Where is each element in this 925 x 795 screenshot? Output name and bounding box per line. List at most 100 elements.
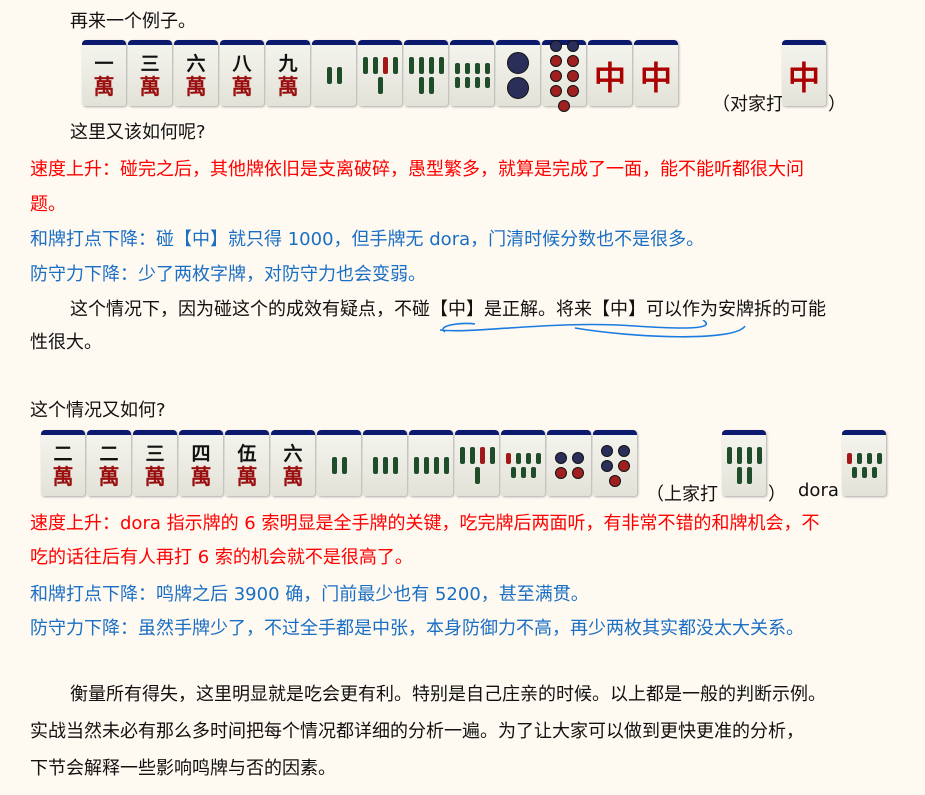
bamboo-stick bbox=[454, 63, 460, 74]
tile-8s bbox=[450, 40, 494, 106]
tile-numeral: 八 bbox=[232, 52, 252, 75]
pin-circle bbox=[617, 444, 630, 457]
pin-circle bbox=[549, 69, 562, 82]
tile-pattern bbox=[725, 447, 763, 484]
tile-wan: 萬 bbox=[236, 463, 258, 489]
bamboo-stick bbox=[382, 57, 388, 74]
bamboo-stick bbox=[876, 453, 882, 464]
tile-wan: 萬 bbox=[190, 463, 212, 489]
document-page: 再来一个例子。 一萬三萬六萬八萬九萬中中 （对家打 中 ） 这里又该如何呢? 速… bbox=[0, 0, 925, 795]
bamboo-stick bbox=[464, 63, 470, 74]
bamboo-stick bbox=[746, 447, 752, 464]
tile-3s bbox=[363, 430, 407, 496]
chun-glyph: 中 bbox=[639, 58, 672, 97]
bamboo-stick bbox=[489, 447, 495, 464]
tile-4m: 四萬 bbox=[179, 430, 223, 496]
bamboo-stick bbox=[418, 77, 424, 94]
tile-numeral: 九 bbox=[278, 52, 298, 75]
tile-pattern bbox=[366, 457, 404, 474]
tile-numeral: 二 bbox=[53, 442, 73, 465]
pin-circle bbox=[571, 452, 584, 464]
tile-numeral: 四 bbox=[191, 442, 211, 465]
bamboo-stick bbox=[464, 77, 470, 88]
tile-2p bbox=[496, 40, 540, 106]
bamboo-stick bbox=[871, 467, 877, 478]
hand-tiles-2: 二萬二萬三萬四萬伍萬六萬 bbox=[41, 430, 637, 496]
tile-pattern bbox=[458, 447, 496, 484]
called-prefix-2: （上家打 bbox=[646, 484, 718, 505]
tile-numeral: 六 bbox=[283, 442, 303, 465]
bamboo-stick bbox=[331, 457, 337, 474]
tile-9m: 九萬 bbox=[266, 40, 310, 106]
bamboo-stick bbox=[746, 467, 752, 484]
pin-circle bbox=[566, 39, 579, 52]
tile-wan: 萬 bbox=[93, 73, 115, 99]
tile-3m: 三萬 bbox=[128, 40, 172, 106]
tile-wan: 萬 bbox=[52, 463, 74, 489]
bamboo-stick bbox=[392, 57, 398, 74]
bamboo-stick bbox=[428, 57, 434, 74]
intro-text: 再来一个例子。 bbox=[70, 11, 196, 32]
bamboo-stick bbox=[474, 63, 480, 74]
tile-chun: 中 bbox=[634, 40, 678, 106]
chun-glyph: 中 bbox=[787, 58, 820, 97]
bamboo-stick bbox=[443, 457, 449, 474]
called-suffix-2: ） bbox=[768, 484, 786, 505]
summary-line-3: 下节会解释一些影响鸣牌与否的因素。 bbox=[30, 758, 336, 779]
bamboo-stick bbox=[428, 77, 434, 94]
question-2: 这个情况又如何? bbox=[30, 400, 166, 421]
pin-circle bbox=[600, 459, 613, 472]
tile-pattern bbox=[320, 457, 358, 474]
bamboo-stick bbox=[433, 457, 439, 474]
tile-4p bbox=[547, 430, 591, 496]
bamboo-stick bbox=[382, 457, 388, 474]
tile-wan: 萬 bbox=[282, 463, 304, 489]
question-1: 这里又该如何呢? bbox=[70, 122, 206, 143]
bamboo-stick bbox=[418, 57, 424, 74]
tile-2s bbox=[317, 430, 361, 496]
tile-7s bbox=[842, 430, 886, 496]
bamboo-stick bbox=[726, 447, 732, 464]
tile-chun: 中 bbox=[782, 40, 826, 106]
tile-2m: 二萬 bbox=[41, 430, 85, 496]
pin-circle bbox=[617, 459, 630, 472]
tile-1m: 一萬 bbox=[82, 40, 126, 106]
tile-numeral: 二 bbox=[99, 442, 119, 465]
bamboo-stick bbox=[861, 467, 867, 478]
dora-label: dora bbox=[798, 480, 839, 501]
pin-circle bbox=[549, 54, 562, 67]
tile-6s bbox=[722, 430, 766, 496]
bamboo-stick bbox=[372, 57, 378, 74]
bamboo-stick bbox=[469, 447, 475, 464]
tile-pattern bbox=[596, 444, 634, 487]
tile-3m: 三萬 bbox=[133, 430, 177, 496]
tile-pattern bbox=[550, 452, 588, 479]
bamboo-stick bbox=[326, 67, 332, 84]
handwritten-underline bbox=[439, 320, 746, 338]
summary-line-2: 实战当然未必有那么多时间把每个情况都详细的分析一遍。为了让大家可以做到更快更准的… bbox=[30, 721, 804, 742]
pin-circle bbox=[571, 467, 584, 479]
tile-wan: 萬 bbox=[231, 73, 253, 99]
chun-glyph: 中 bbox=[593, 58, 626, 97]
tile-wan: 萬 bbox=[139, 73, 161, 99]
tile-pattern bbox=[845, 453, 883, 478]
pin-circle bbox=[507, 52, 529, 74]
tile-numeral: 一 bbox=[94, 52, 114, 75]
dora-tile bbox=[842, 430, 886, 496]
bamboo-stick bbox=[736, 467, 742, 484]
bamboo-stick bbox=[851, 467, 857, 478]
bamboo-stick bbox=[392, 457, 398, 474]
pin-circle bbox=[507, 77, 529, 99]
bamboo-stick bbox=[525, 453, 531, 464]
tile-pattern bbox=[407, 57, 445, 94]
bamboo-stick bbox=[515, 453, 521, 464]
bamboo-stick bbox=[423, 457, 429, 474]
speed-text-2b: 吃的话往后有人再打 6 索的机会就不是很高了。 bbox=[30, 547, 413, 568]
tile-pattern bbox=[453, 63, 491, 88]
pin-circle bbox=[549, 84, 562, 97]
points-text-1: 和牌打点下降：碰【中】就只得 1000，但手牌无 dora，门清时候分数也不是很… bbox=[30, 229, 705, 250]
bamboo-stick bbox=[736, 447, 742, 464]
pin-circle bbox=[554, 452, 567, 464]
pin-circle bbox=[554, 467, 567, 479]
bamboo-stick bbox=[372, 457, 378, 474]
